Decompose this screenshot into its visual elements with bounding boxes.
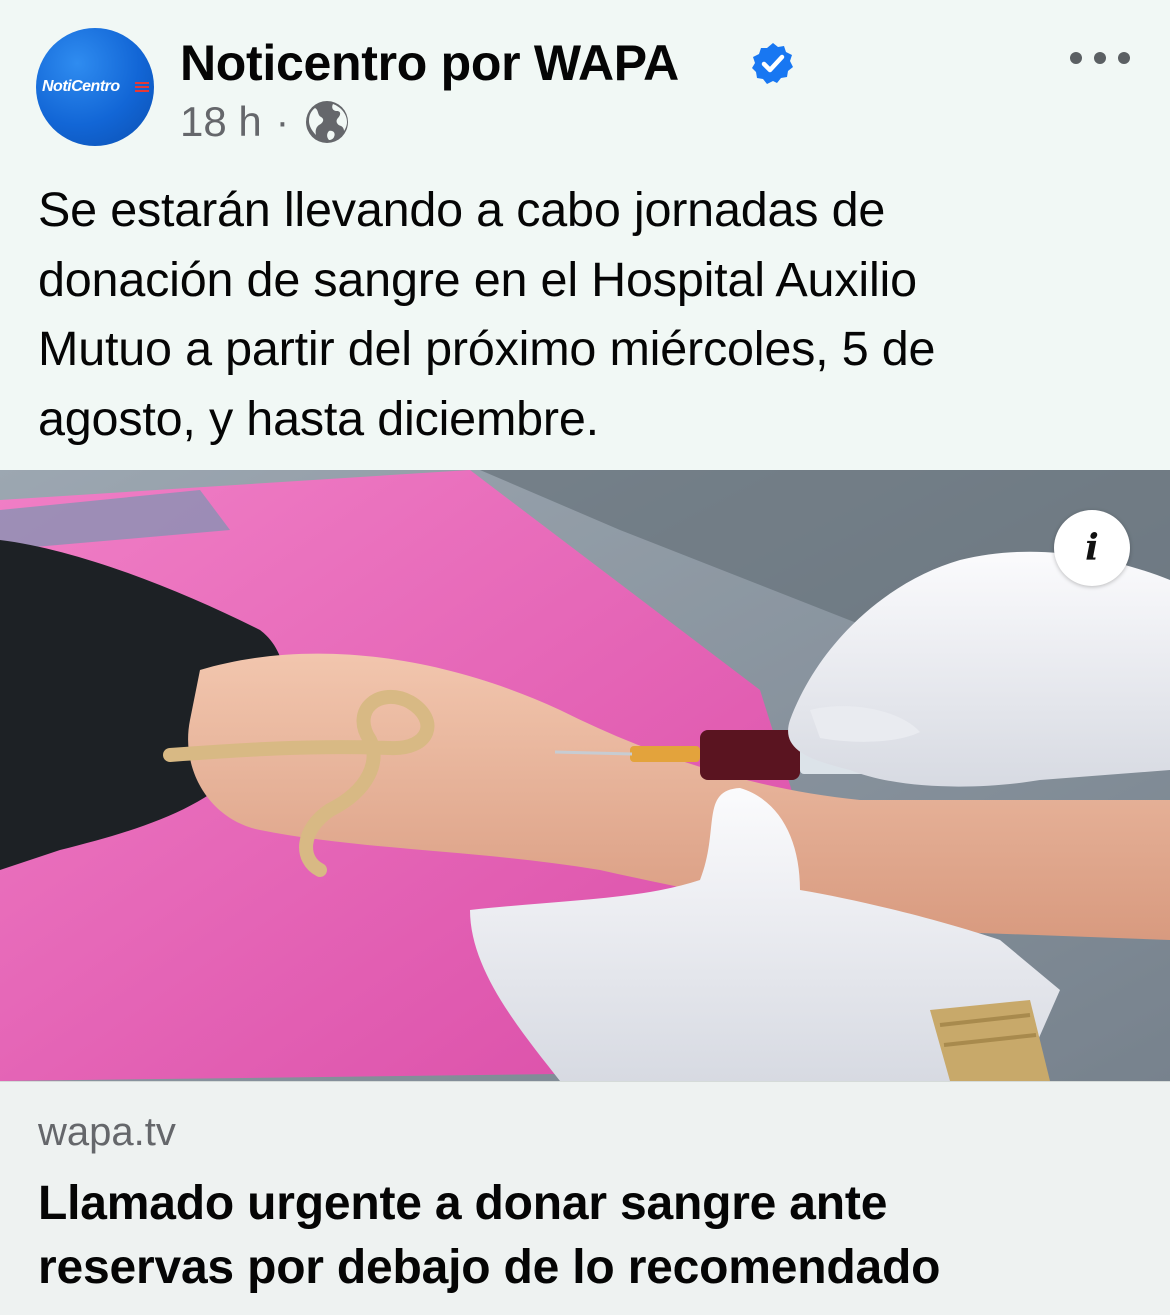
more-dot — [1070, 52, 1082, 64]
avatar-logo-stripes — [135, 82, 149, 94]
post-photo[interactable] — [0, 470, 1170, 1081]
meta-separator: · — [275, 99, 290, 144]
link-title-line: Llamado urgente a donar sangre ante — [38, 1177, 888, 1230]
page-name[interactable]: Noticentro por WAPA — [180, 34, 679, 92]
verified-badge-icon — [752, 43, 793, 84]
post-text-line: Mutuo a partir del próximo miércoles, 5 … — [38, 322, 936, 376]
info-button[interactable]: i — [1054, 510, 1130, 586]
post-header: NotiCentro Noticentro por WAPA 18 h · — [0, 0, 1170, 165]
more-dot — [1118, 52, 1130, 64]
post-text-line: agosto, y hasta diciembre. — [38, 391, 599, 446]
globe-icon[interactable] — [303, 98, 351, 146]
post-text: Se estarán llevando a cabo jornadas de d… — [38, 176, 1138, 454]
post-text-line: Se estarán llevando a cabo jornadas de — [38, 183, 886, 237]
post-meta: 18 h · — [180, 98, 351, 146]
page-avatar[interactable]: NotiCentro — [36, 28, 154, 146]
link-title[interactable]: Llamado urgente a donar sangre ante rese… — [38, 1172, 1148, 1300]
blood-draw-illustration — [0, 470, 1170, 1081]
post-text-line: donación de sangre en el Hospital Auxili… — [38, 252, 917, 307]
more-dot — [1094, 52, 1106, 64]
more-options-icon[interactable] — [1070, 52, 1130, 66]
link-title-line: reservas por debajo de lo recomendado — [38, 1241, 941, 1294]
post-time[interactable]: 18 h — [180, 98, 262, 146]
link-domain[interactable]: wapa.tv — [38, 1110, 176, 1155]
